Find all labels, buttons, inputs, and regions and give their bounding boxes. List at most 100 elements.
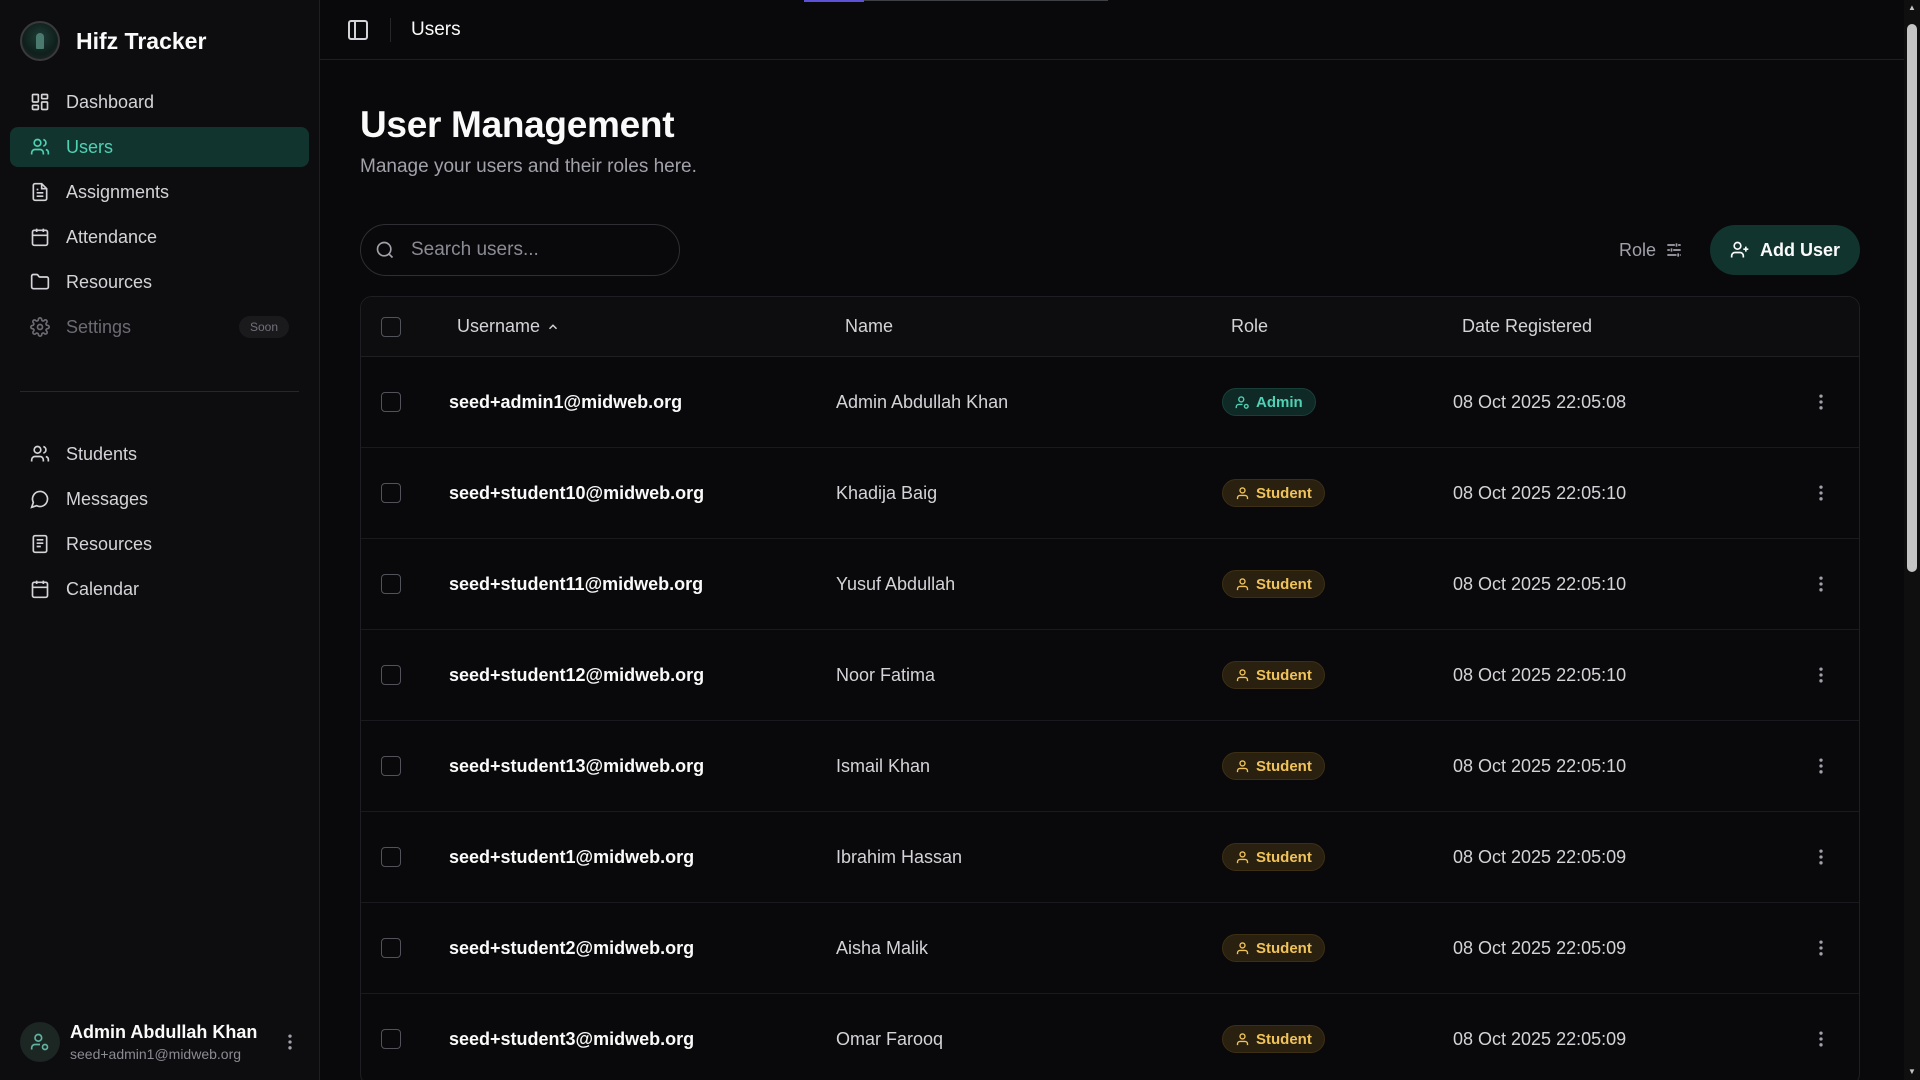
row-checkbox[interactable] (381, 665, 401, 685)
sidebar-item-attendance[interactable]: Attendance (10, 217, 309, 257)
scroll-down-arrow-icon[interactable]: ▼ (1908, 1068, 1916, 1076)
actions-cell (1783, 390, 1859, 414)
search-box[interactable] (360, 224, 680, 276)
sidebar-item-students[interactable]: Students (10, 434, 309, 474)
sidebar-toggle-icon[interactable] (346, 18, 370, 42)
row-checkbox[interactable] (381, 392, 401, 412)
users-table: Username Name Role Date Registered seed+… (360, 296, 1860, 1080)
page-scrollbar[interactable]: ▲ ▼ (1904, 0, 1920, 1080)
chevron-up-icon (549, 323, 558, 329)
role-filter-button[interactable]: Role (1619, 240, 1684, 261)
sidebar-item-messages[interactable]: Messages (10, 479, 309, 519)
role-filter-label: Role (1618, 239, 1656, 260)
role-cell: Student (1222, 661, 1453, 689)
column-header-username[interactable]: Username (449, 316, 836, 337)
sidebar-item-dashboard[interactable]: Dashboard (10, 82, 309, 122)
tree-logo-icon (20, 21, 60, 61)
folder-icon (30, 272, 50, 292)
sidebar-item-label: Messages (66, 488, 149, 509)
page-subtitle: Manage your users and their roles here. (360, 156, 697, 177)
sidebar-item-calendar[interactable]: Calendar (10, 569, 309, 609)
current-user[interactable]: Admin Abdullah Khan seed+admin1@midweb.o… (20, 1022, 300, 1062)
page-content: User Management Manage your users and th… (320, 60, 1920, 1080)
row-checkbox[interactable] (381, 574, 401, 594)
add-user-label: Add User (1759, 239, 1840, 260)
date-cell: 08 Oct 2025 22:05:09 (1453, 937, 1627, 958)
date-cell: 08 Oct 2025 22:05:08 (1453, 391, 1627, 412)
sidebar-item-resources-2[interactable]: Resources (10, 524, 309, 564)
user-icon (1236, 759, 1249, 772)
gear-icon (30, 317, 50, 337)
role-cell: Student (1222, 1025, 1453, 1053)
more-vertical-icon[interactable] (1809, 390, 1833, 414)
page-title: User Management (360, 104, 675, 145)
name-cell: Omar Farooq (836, 1028, 944, 1049)
role-badge: Student (1222, 479, 1325, 507)
username-cell: seed+student1@midweb.org (449, 846, 695, 867)
brand[interactable]: Hifz Tracker (0, 0, 319, 82)
book-icon (30, 534, 50, 554)
table-row[interactable]: seed+student12@midweb.org Noor Fatima St… (361, 630, 1859, 721)
user-plus-icon (1730, 241, 1749, 258)
sidebar-item-label: Resources (66, 271, 153, 292)
name-cell: Ismail Khan (836, 755, 931, 776)
table-row[interactable]: seed+student1@midweb.org Ibrahim Hassan … (361, 812, 1859, 903)
secondary-nav: Students Messages Resources Calendar (0, 434, 319, 609)
more-vertical-icon[interactable] (1809, 936, 1833, 960)
users-icon (30, 444, 50, 464)
role-badge: Student (1222, 934, 1325, 962)
role-label: Student (1256, 939, 1312, 957)
more-vertical-icon[interactable] (1809, 1027, 1833, 1051)
table-row[interactable]: seed+student2@midweb.org Aisha Malik Stu… (361, 903, 1859, 994)
add-user-button[interactable]: Add User (1709, 225, 1860, 275)
calendar-icon (30, 227, 50, 247)
role-badge: Admin (1222, 388, 1316, 416)
row-checkbox[interactable] (381, 1029, 401, 1049)
more-vertical-icon[interactable] (1809, 572, 1833, 596)
row-select-cell (361, 483, 449, 503)
sidebar-item-assignments[interactable]: Assignments (10, 172, 309, 212)
role-badge: Student (1222, 570, 1325, 598)
dashboard-icon (30, 92, 50, 112)
table-row[interactable]: seed+admin1@midweb.org Admin Abdullah Kh… (361, 357, 1859, 448)
more-vertical-icon[interactable] (280, 1032, 300, 1052)
row-checkbox[interactable] (381, 847, 401, 867)
sidebar-item-settings[interactable]: Settings Soon (10, 307, 309, 347)
app-name: Hifz Tracker (76, 27, 207, 54)
name-cell: Yusuf Abdullah (836, 573, 956, 594)
date-cell: 08 Oct 2025 22:05:10 (1453, 482, 1627, 503)
sidebar-item-resources[interactable]: Resources (10, 262, 309, 302)
table-row[interactable]: seed+student3@midweb.org Omar Farooq Stu… (361, 994, 1859, 1080)
sidebar-item-users[interactable]: Users (10, 127, 309, 167)
search-input[interactable] (411, 239, 651, 261)
breadcrumb: Users (411, 18, 461, 40)
more-vertical-icon[interactable] (1809, 481, 1833, 505)
row-checkbox[interactable] (381, 483, 401, 503)
more-vertical-icon[interactable] (1809, 754, 1833, 778)
message-circle-icon (30, 489, 50, 509)
actions-cell (1783, 936, 1859, 960)
more-vertical-icon[interactable] (1809, 663, 1833, 687)
date-cell: 08 Oct 2025 22:05:10 (1453, 755, 1627, 776)
table-row[interactable]: seed+student11@midweb.org Yusuf Abdullah… (361, 539, 1859, 630)
scroll-up-arrow-icon[interactable]: ▲ (1908, 4, 1916, 12)
actions-cell (1783, 845, 1859, 869)
sidebar-item-label: Attendance (66, 226, 158, 247)
select-all-checkbox[interactable] (381, 316, 401, 337)
role-badge: Student (1222, 661, 1325, 689)
username-cell: seed+student12@midweb.org (449, 664, 705, 685)
row-checkbox[interactable] (381, 756, 401, 776)
scrollbar-thumb[interactable] (1907, 24, 1917, 572)
sidebar-item-label: Users (66, 136, 114, 157)
table-toolbar: Role Add User (360, 224, 1860, 276)
user-info: Admin Abdullah Khan seed+admin1@midweb.o… (70, 1022, 280, 1062)
row-select-cell (361, 756, 449, 776)
table-row[interactable]: seed+student10@midweb.org Khadija Baig S… (361, 448, 1859, 539)
users-icon (30, 137, 50, 157)
actions-cell (1783, 754, 1859, 778)
select-all-cell (361, 316, 449, 337)
row-checkbox[interactable] (381, 938, 401, 958)
table-row[interactable]: seed+student13@midweb.org Ismail Khan St… (361, 721, 1859, 812)
more-vertical-icon[interactable] (1809, 845, 1833, 869)
role-cell: Admin (1222, 388, 1453, 416)
